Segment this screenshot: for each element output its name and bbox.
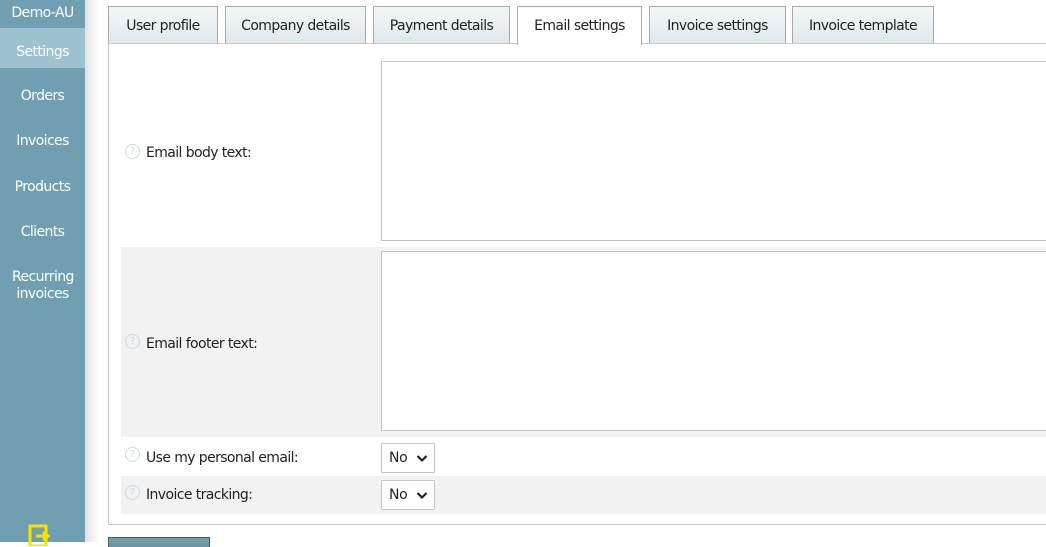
email-body-row: ? Email body text: [121,58,1046,242]
email-footer-textarea[interactable] [381,251,1046,431]
personal-email-select[interactable]: No [381,443,435,473]
tab-label: Payment details [389,18,494,34]
sidebar-item-label: Clients [20,224,65,240]
invoice-tracking-label: Invoice tracking: [146,487,253,503]
help-icon[interactable]: ? [125,144,140,159]
email-settings-panel: ? Email body text: ? Email footer text: … [108,43,1046,525]
email-body-label: Email body text: [146,145,252,161]
save-button[interactable] [108,537,210,547]
sidebar-item-invoices[interactable]: Invoices [0,133,85,153]
tab-label: Company details [241,18,350,34]
tab-label: User profile [126,18,200,34]
sidebar-item-orders[interactable]: Orders [0,88,85,108]
sidebar-shadow [85,0,99,542]
sidebar-item-clients[interactable]: Clients [0,224,85,244]
logout-icon[interactable] [28,524,52,546]
tab-email-settings[interactable]: Email settings [517,6,642,45]
email-body-textarea[interactable] [381,61,1046,241]
sidebar-item-products[interactable]: Products [0,179,85,199]
account-name: Demo-AU [11,5,74,21]
select-value: No [389,450,408,466]
tab-label: Invoice template [808,18,918,34]
chevron-down-icon [416,492,428,500]
sidebar-item-label: Settings [16,44,69,60]
sidebar-item-label: Products [14,179,71,195]
email-footer-row: ? Email footer text: [121,247,1046,437]
tab-payment-details[interactable]: Payment details [373,6,510,44]
sidebar-item-label: Invoices [16,133,69,149]
tab-company-details[interactable]: Company details [225,6,366,44]
help-icon[interactable]: ? [125,485,140,500]
select-value: No [389,487,408,503]
email-footer-label: Email footer text: [146,336,258,352]
tab-user-profile[interactable]: User profile [108,6,218,44]
sidebar-item-label: Orders [20,88,65,104]
sidebar-item-settings[interactable]: Settings [0,28,85,68]
tab-invoice-template[interactable]: Invoice template [792,6,934,44]
sidebar: Demo-AU Settings Orders Invoices Product… [0,0,85,546]
help-icon[interactable]: ? [125,334,140,349]
tab-label: Email settings [534,18,625,34]
sidebar-item-recurring-invoices[interactable]: Recurring invoices [0,269,85,309]
sidebar-item-label: Recurring invoices [12,269,74,302]
tab-label: Invoice settings [667,18,768,34]
invoice-tracking-select[interactable]: No [381,480,435,510]
invoice-tracking-row: ? Invoice tracking: No [121,476,1046,514]
personal-email-row: ? Use my personal email: No [121,439,1046,476]
chevron-down-icon [416,455,428,463]
personal-email-label: Use my personal email: [146,450,299,466]
help-icon[interactable]: ? [125,447,140,462]
tab-invoice-settings[interactable]: Invoice settings [649,6,786,44]
